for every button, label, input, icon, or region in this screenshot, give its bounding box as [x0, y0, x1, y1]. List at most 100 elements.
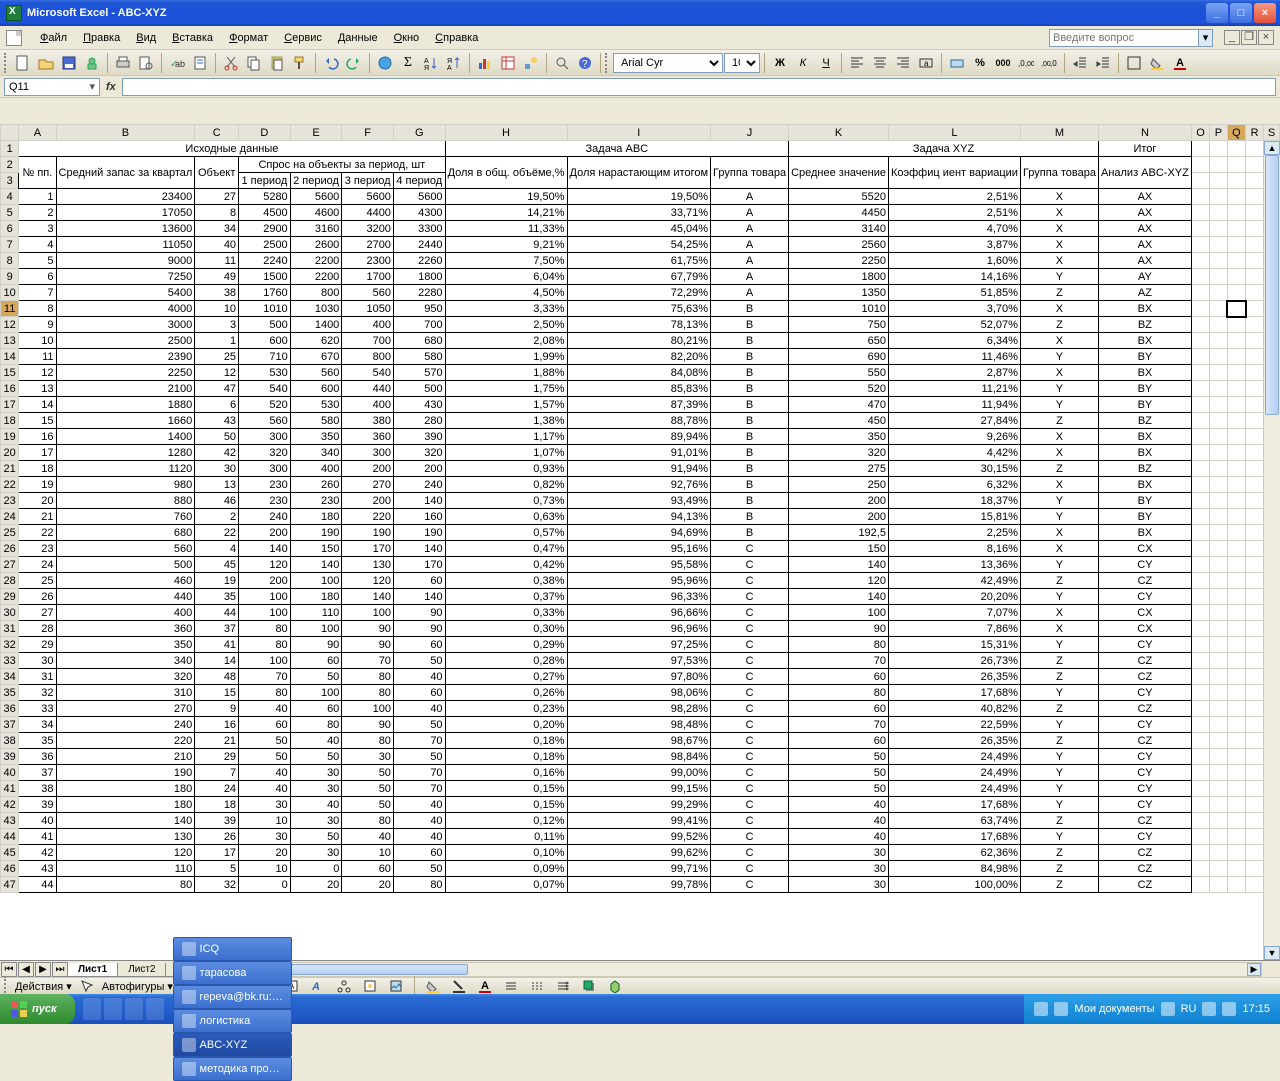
table-row[interactable]: 15122250125305605405701,88%84,08%B5502,8…	[1, 365, 1280, 381]
scroll-right[interactable]: ▶	[1247, 963, 1261, 976]
row-header[interactable]: 2	[1, 157, 19, 173]
table-row[interactable]: 4643110510060500,09%99,71%C3084,98%ZCZ	[1, 861, 1280, 877]
align-center-icon[interactable]	[869, 52, 891, 74]
align-left-icon[interactable]	[846, 52, 868, 74]
col-header-O[interactable]: O	[1191, 125, 1209, 141]
research-icon[interactable]	[189, 52, 211, 74]
col-header-D[interactable]: D	[239, 125, 291, 141]
table-row[interactable]: 3128360378010090900,30%96,96%C907,86%XCX	[1, 621, 1280, 637]
taskbar-item[interactable]: логистика	[173, 1009, 292, 1033]
table-row[interactable]: 2320880462302302001400,73%93,49%B20018,3…	[1, 493, 1280, 509]
quick-launch[interactable]	[83, 998, 164, 1020]
font-size-select[interactable]: 10	[724, 53, 760, 73]
row-header[interactable]: 43	[1, 813, 19, 829]
sort-asc-icon[interactable]: AЯ	[420, 52, 442, 74]
row-header[interactable]: 36	[1, 701, 19, 717]
menu-Формат[interactable]: Формат	[221, 30, 276, 46]
row-header[interactable]: 10	[1, 285, 19, 301]
tray-icon[interactable]	[1222, 1002, 1236, 1016]
table-row[interactable]: 16132100475406004405001,75%85,83%B52011,…	[1, 381, 1280, 397]
row-header[interactable]: 45	[1, 845, 19, 861]
row-header[interactable]: 1	[1, 141, 19, 157]
table-row[interactable]: 434014039103080400,12%99,41%C4063,74%ZCZ	[1, 813, 1280, 829]
toolbar-handle-2[interactable]	[605, 53, 609, 73]
col-header-A[interactable]: A	[19, 125, 56, 141]
col-header-E[interactable]: E	[290, 125, 342, 141]
col-header-R[interactable]: R	[1246, 125, 1264, 141]
col-header-B[interactable]: B	[56, 125, 195, 141]
menu-Правка[interactable]: Правка	[75, 30, 128, 46]
col-header-K[interactable]: K	[789, 125, 889, 141]
open-icon[interactable]	[35, 52, 57, 74]
table-row[interactable]: 373424016608090500,20%98,48%C7022,59%YCY	[1, 717, 1280, 733]
col-header-G[interactable]: G	[393, 125, 445, 141]
table-row[interactable]: 413818024403050700,15%99,15%C5024,49%YCY	[1, 781, 1280, 797]
menu-Справка[interactable]: Справка	[427, 30, 486, 46]
menu-Данные[interactable]: Данные	[330, 30, 386, 46]
row-header[interactable]: 12	[1, 317, 19, 333]
row-header[interactable]: 33	[1, 653, 19, 669]
table-row[interactable]: 631360034290031603200330011,33%45,04%A31…	[1, 221, 1280, 237]
doc-restore[interactable]: ❐	[1241, 30, 1257, 45]
row-header[interactable]: 41	[1, 781, 19, 797]
row-header[interactable]: 42	[1, 797, 19, 813]
row-header[interactable]: 24	[1, 509, 19, 525]
row-header[interactable]: 27	[1, 557, 19, 573]
table-row[interactable]: 412340027528056005600560019,50%19,50%A55…	[1, 189, 1280, 205]
sort-desc-icon[interactable]: ЯA	[443, 52, 465, 74]
col-header-S[interactable]: S	[1264, 125, 1280, 141]
spelling-icon[interactable]: ✓ab	[166, 52, 188, 74]
row-header[interactable]: 6	[1, 221, 19, 237]
menu-Окно[interactable]: Окно	[386, 30, 428, 46]
table-row[interactable]: 107540038176080056022804,50%72,29%A13505…	[1, 285, 1280, 301]
row-header[interactable]: 14	[1, 349, 19, 365]
increase-decimal-icon[interactable]: ,0,00	[1015, 52, 1037, 74]
doc-close[interactable]: ×	[1258, 30, 1274, 45]
taskbar-item[interactable]: ABC-XYZ	[173, 1033, 292, 1057]
table-row[interactable]: 4744803202020800,07%99,78%C30100,00%ZCZ	[1, 877, 1280, 893]
table-row[interactable]: 393621029505030500,18%98,84%C5024,49%YCY	[1, 749, 1280, 765]
increase-indent-icon[interactable]	[1092, 52, 1114, 74]
percent-icon[interactable]: %	[969, 52, 991, 74]
drawing-icon[interactable]	[520, 52, 542, 74]
row-header[interactable]: 20	[1, 445, 19, 461]
row-header[interactable]: 22	[1, 477, 19, 493]
col-header-M[interactable]: M	[1020, 125, 1098, 141]
row-header[interactable]: 29	[1, 589, 19, 605]
row-header[interactable]: 4	[1, 189, 19, 205]
redo-icon[interactable]	[343, 52, 365, 74]
table-row[interactable]: 3330340141006070500,28%97,53%C7026,73%ZC…	[1, 653, 1280, 669]
chart-wizard-icon[interactable]	[474, 52, 496, 74]
table-row[interactable]: 40371907403050700,16%99,00%C5024,49%YCY	[1, 765, 1280, 781]
row-header[interactable]: 26	[1, 541, 19, 557]
row-header[interactable]: 16	[1, 381, 19, 397]
print-preview-icon[interactable]	[135, 52, 157, 74]
table-row[interactable]: 2219980132302602702400,82%92,76%B2506,32…	[1, 477, 1280, 493]
draw-actions-menu[interactable]: Действия ▾	[15, 980, 72, 993]
sheet-tab-Лист2[interactable]: Лист2	[117, 963, 166, 977]
tab-nav-next[interactable]: ▶	[35, 962, 51, 977]
col-header-C[interactable]: C	[195, 125, 239, 141]
font-color-icon[interactable]: A	[1169, 52, 1191, 74]
minimize-button[interactable]: _	[1206, 3, 1228, 23]
row-header[interactable]: 44	[1, 829, 19, 845]
row-header[interactable]: 8	[1, 253, 19, 269]
menu-Вид[interactable]: Вид	[128, 30, 164, 46]
row-header[interactable]: 28	[1, 573, 19, 589]
table-row[interactable]: 454212017203010600,10%99,62%C3062,36%ZCZ	[1, 845, 1280, 861]
permission-icon[interactable]	[81, 52, 103, 74]
table-row[interactable]: 423918018304050400,15%99,29%C4017,68%YCY	[1, 797, 1280, 813]
maximize-button[interactable]: □	[1230, 3, 1252, 23]
document-icon[interactable]	[6, 30, 22, 46]
row-header[interactable]: 31	[1, 621, 19, 637]
row-header[interactable]: 46	[1, 861, 19, 877]
copy-icon[interactable]	[243, 52, 265, 74]
row-header[interactable]: 40	[1, 765, 19, 781]
taskbar-item[interactable]: ICQ	[173, 937, 292, 961]
row-header[interactable]: 47	[1, 877, 19, 893]
row-header[interactable]: 39	[1, 749, 19, 765]
row-header[interactable]: 15	[1, 365, 19, 381]
row-header[interactable]: 21	[1, 461, 19, 477]
font-name-select[interactable]: Arial Cyr	[613, 53, 723, 73]
taskbar-item[interactable]: методика про…	[173, 1057, 292, 1081]
